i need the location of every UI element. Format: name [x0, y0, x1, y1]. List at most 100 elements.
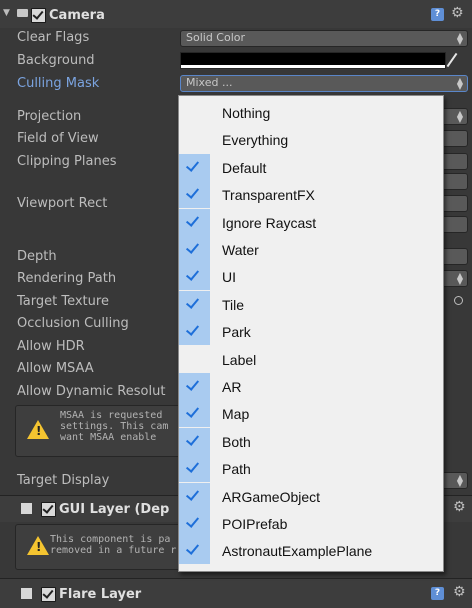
msaa-warning-text: MSAA is requested settings. This cam wan…: [60, 410, 169, 443]
flare-layer-enabled-checkbox[interactable]: [41, 587, 56, 602]
gui-layer-icon: [21, 503, 32, 514]
culling-mask-value: Mixed ...: [186, 76, 233, 89]
option-label: Tile: [222, 296, 245, 313]
culling-mask-option[interactable]: Map: [179, 400, 443, 428]
gear-icon[interactable]: ⚙: [453, 499, 466, 515]
option-label: AR: [222, 379, 242, 395]
checkmark-icon: [185, 240, 200, 254]
selected-indicator: [179, 482, 210, 510]
depth-label: Depth: [17, 249, 57, 264]
option-label: POIPrefab: [222, 516, 288, 532]
gear-icon[interactable]: ⚙: [453, 584, 466, 600]
flare-layer-header[interactable]: Flare Layer ? ⚙: [0, 578, 472, 608]
target-display-label: Target Display: [17, 473, 110, 488]
gui-layer-title: GUI Layer (Dep: [59, 502, 170, 517]
selected-indicator: [179, 373, 210, 400]
option-label: ARGameObject: [222, 488, 321, 505]
option-label: Label: [222, 351, 257, 368]
option-label: Park: [222, 324, 251, 341]
gear-icon[interactable]: ⚙: [451, 5, 464, 21]
checkmark-icon: [185, 486, 200, 501]
culling-mask-option[interactable]: Ignore Raycast: [179, 208, 443, 236]
culling-mask-option[interactable]: Everything: [179, 126, 443, 153]
gui-layer-enabled-checkbox[interactable]: [41, 502, 56, 517]
option-label: Everything: [222, 132, 289, 149]
camera-icon: [17, 9, 28, 17]
option-label: Map: [222, 406, 250, 423]
dropdown-arrows-icon: ▲ ▼: [456, 271, 463, 286]
selected-indicator: [179, 510, 210, 537]
culling-mask-option[interactable]: AstronautExamplePlane: [179, 537, 443, 565]
checkmark-icon: [185, 514, 200, 528]
checkmark-icon: [185, 377, 200, 391]
camera-enabled-checkbox[interactable]: [31, 8, 46, 23]
help-icon[interactable]: ?: [431, 8, 444, 21]
culling-mask-option[interactable]: Path: [179, 455, 443, 483]
culling-mask-option[interactable]: AR: [179, 373, 443, 400]
selected-indicator: [179, 290, 210, 318]
camera-header[interactable]: ▼ Camera ? ⚙: [0, 0, 472, 28]
eyedropper-icon[interactable]: [446, 52, 458, 68]
msaa-warning-box: ! MSAA is requested settings. This cam w…: [15, 405, 187, 457]
checkmark-icon: [185, 185, 200, 200]
viewport-x-input[interactable]: [440, 195, 468, 212]
clipping-near-input[interactable]: [440, 153, 468, 170]
checkmark-icon: [185, 157, 200, 172]
projection-label: Projection: [17, 109, 82, 124]
foldout-arrow-icon[interactable]: ▼: [3, 8, 10, 18]
clear-flags-dropdown[interactable]: Solid Color ▲ ▼: [180, 30, 468, 47]
option-label: TransparentFX: [222, 187, 315, 204]
selected-indicator: [179, 153, 210, 181]
culling-mask-option[interactable]: Both: [179, 427, 443, 455]
selected-indicator: [179, 263, 210, 291]
help-icon[interactable]: ?: [431, 587, 444, 600]
background-color-field[interactable]: [180, 52, 446, 69]
culling-mask-option[interactable]: Default: [179, 153, 443, 181]
culling-mask-label: Culling Mask: [17, 76, 100, 91]
clipping-far-input[interactable]: [440, 173, 468, 190]
culling-mask-option[interactable]: POIPrefab: [179, 510, 443, 537]
culling-mask-option[interactable]: Tile: [179, 290, 443, 318]
rendering-path-dropdown[interactable]: ▲ ▼: [440, 270, 468, 287]
selected-indicator: [179, 208, 210, 236]
culling-mask-dropdown[interactable]: Mixed ... ▲ ▼: [180, 75, 468, 92]
checkmark-icon: [185, 294, 200, 309]
option-label: Ignore Raycast: [222, 214, 317, 231]
culling-mask-option[interactable]: ARGameObject: [179, 482, 443, 510]
option-label: Default: [222, 159, 267, 176]
selected-indicator: [179, 427, 210, 455]
flare-layer-icon: [21, 588, 32, 599]
clear-flags-label: Clear Flags: [17, 30, 90, 45]
culling-mask-option[interactable]: Nothing: [179, 99, 443, 126]
checkmark-icon: [185, 404, 200, 419]
viewport-rect-label: Viewport Rect: [17, 196, 108, 211]
object-picker-icon[interactable]: [454, 296, 463, 305]
viewport-w-input[interactable]: [440, 216, 468, 233]
selected-indicator: [179, 400, 210, 428]
culling-mask-option[interactable]: TransparentFX: [179, 181, 443, 209]
selected-indicator: [179, 181, 210, 209]
background-label: Background: [17, 53, 95, 68]
option-label: Nothing: [222, 105, 271, 121]
target-texture-label: Target Texture: [17, 294, 109, 309]
allow-msaa-label: Allow MSAA: [17, 361, 94, 376]
gui-layer-warning-text: This component is pa removed in a future…: [50, 534, 177, 556]
target-display-dropdown[interactable]: ▲ ▼: [440, 472, 468, 489]
occlusion-culling-label: Occlusion Culling: [17, 316, 129, 331]
culling-mask-option[interactable]: UI: [179, 263, 443, 291]
field-of-view-label: Field of View: [17, 131, 99, 146]
checkmark-icon: [185, 459, 200, 474]
culling-mask-option[interactable]: Park: [179, 318, 443, 346]
checkmark-icon: [185, 322, 200, 337]
option-label: Both: [222, 433, 251, 450]
selected-indicator: [179, 455, 210, 483]
culling-mask-option[interactable]: Label: [179, 346, 443, 373]
culling-mask-option[interactable]: Water: [179, 236, 443, 263]
option-label: Path: [222, 461, 251, 478]
warning-icon: !: [27, 536, 49, 555]
selected-indicator: [179, 318, 210, 346]
dropdown-arrows-icon: ▲ ▼: [456, 473, 463, 488]
depth-input[interactable]: [440, 248, 468, 265]
field-of-view-input[interactable]: [440, 130, 468, 147]
checkmark-icon: [185, 541, 200, 556]
